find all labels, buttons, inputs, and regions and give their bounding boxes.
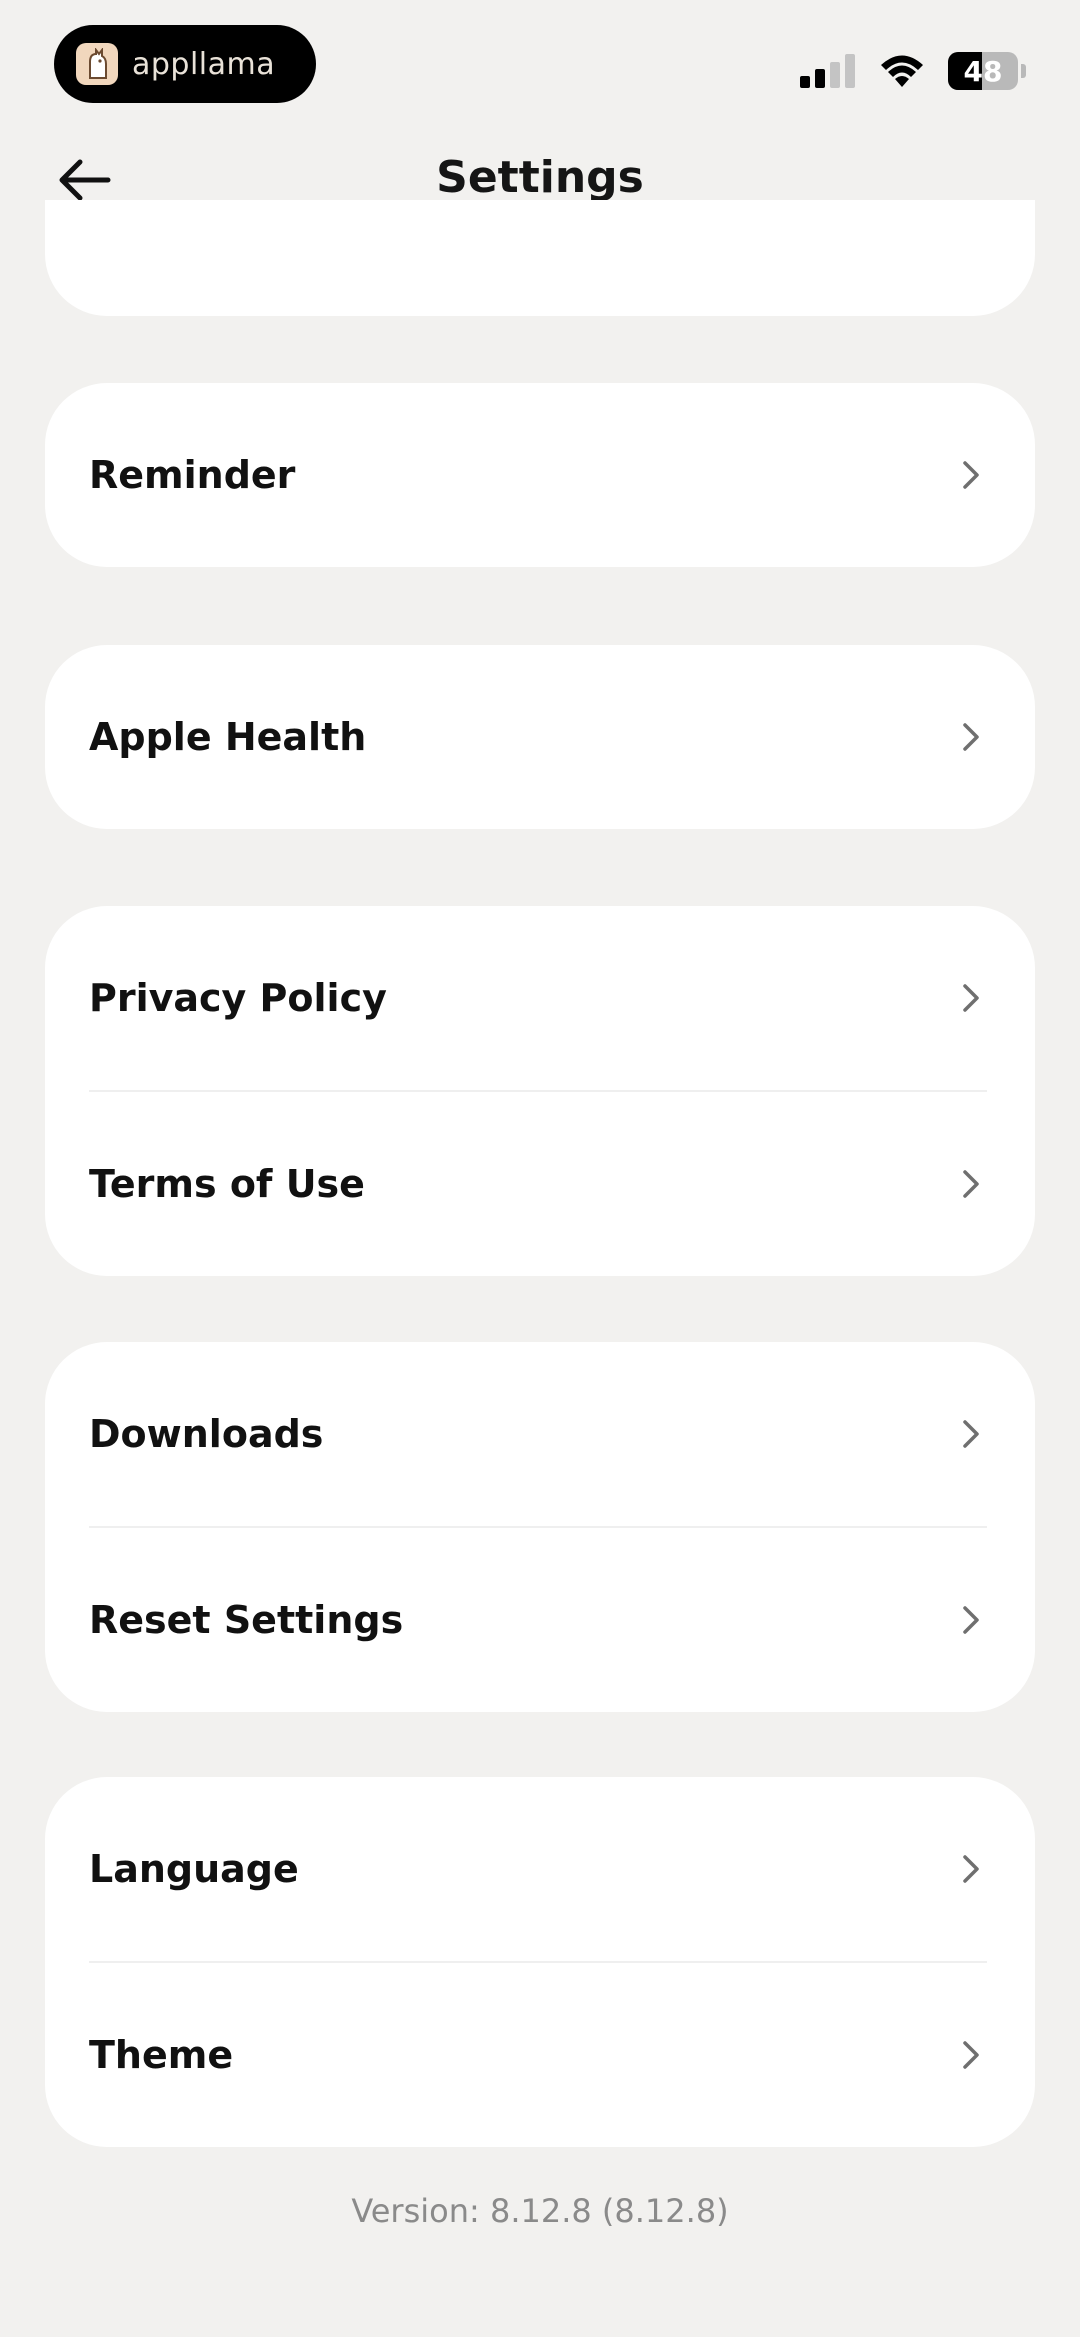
status-bar: appllama 48: [0, 0, 1080, 120]
status-icons: 48: [800, 52, 1026, 90]
chevron-right-icon: [963, 1170, 979, 1198]
settings-item-terms-of-use[interactable]: Terms of Use: [45, 1092, 1035, 1276]
appllama-logo-icon: [76, 43, 118, 85]
app-indicator-pill[interactable]: appllama: [54, 25, 316, 103]
settings-group-reminder: Reminder: [45, 383, 1035, 567]
chevron-right-icon: [963, 723, 979, 751]
settings-item-label: Theme: [89, 2033, 234, 2077]
app-version: Version: 8.12.8 (8.12.8): [351, 2192, 729, 2230]
chevron-right-icon: [963, 2041, 979, 2069]
settings-item-label: Privacy Policy: [89, 976, 387, 1020]
settings-group-appearance: Language Theme: [45, 1777, 1035, 2147]
battery-cap: [1021, 64, 1026, 78]
settings-card-partial: [45, 200, 1035, 316]
settings-item-reminder[interactable]: Reminder: [45, 383, 1035, 567]
settings-item-label: Reset Settings: [89, 1598, 404, 1642]
settings-group-apple-health: Apple Health: [45, 645, 1035, 829]
settings-item-apple-health[interactable]: Apple Health: [45, 645, 1035, 829]
settings-group-data: Downloads Reset Settings: [45, 1342, 1035, 1712]
chevron-right-icon: [963, 461, 979, 489]
wifi-icon: [881, 55, 923, 87]
app-name: appllama: [132, 46, 276, 82]
settings-item-label: Reminder: [89, 453, 296, 497]
settings-item-downloads[interactable]: Downloads: [45, 1342, 1035, 1526]
settings-item-language[interactable]: Language: [45, 1777, 1035, 1961]
chevron-right-icon: [963, 984, 979, 1012]
chevron-right-icon: [963, 1855, 979, 1883]
chevron-right-icon: [963, 1606, 979, 1634]
settings-group-legal: Privacy Policy Terms of Use: [45, 906, 1035, 1276]
settings-item-privacy-policy[interactable]: Privacy Policy: [45, 906, 1035, 1090]
settings-item-label: Terms of Use: [89, 1162, 365, 1206]
settings-item-reset-settings[interactable]: Reset Settings: [45, 1528, 1035, 1712]
settings-item-label: Downloads: [89, 1412, 324, 1456]
page-title: Settings: [436, 152, 644, 203]
settings-item-label: Language: [89, 1847, 299, 1891]
battery-icon: 48: [948, 52, 1018, 90]
cellular-signal-icon: [800, 54, 855, 88]
battery-level: 48: [963, 54, 1003, 88]
chevron-right-icon: [963, 1420, 979, 1448]
settings-item-theme[interactable]: Theme: [45, 1963, 1035, 2147]
settings-item-label: Apple Health: [89, 715, 367, 759]
